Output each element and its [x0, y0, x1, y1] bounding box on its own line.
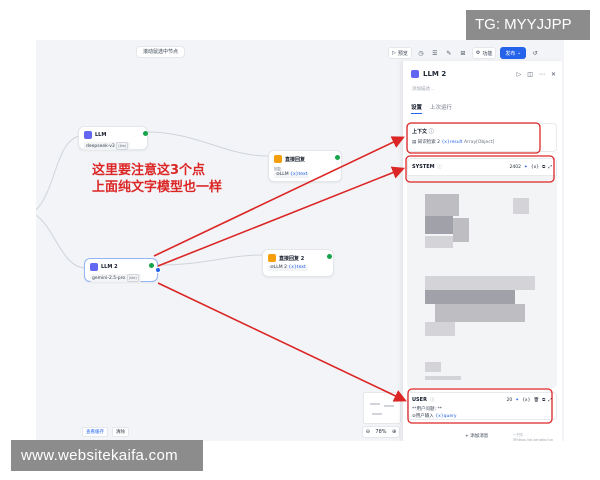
- success-check-icon: [143, 131, 148, 136]
- zoom-control: ⊖ 78% ⊕: [362, 426, 400, 438]
- publish-button[interactable]: 发布 ⌄: [500, 47, 527, 59]
- watermark-top: TG: MYYJJPP: [466, 10, 590, 40]
- context-section: 上下文 ⓘ ▤ 知识检索 2 {x}result Array[Object]: [407, 123, 557, 152]
- user-prompt-line1[interactable]: **用户问题: **: [412, 406, 552, 412]
- reply2-node-title: 直接回复 2: [279, 255, 305, 262]
- context-var[interactable]: ▤ 知识检索 2 {x}result Array[Object]: [412, 139, 552, 145]
- expand-icon[interactable]: ⤢: [548, 397, 552, 403]
- llm2-node-tag: (lite): [126, 274, 139, 282]
- add-node-handle[interactable]: [155, 267, 161, 273]
- debug-button[interactable]: 查看缓存: [82, 427, 108, 437]
- more-icon[interactable]: ⋯: [539, 71, 545, 78]
- context-var-type: Array[Object]: [464, 140, 495, 145]
- info-icon: ⓘ: [428, 129, 434, 135]
- zoom-level: 78%: [375, 429, 387, 435]
- features-button[interactable]: ⚙ 功能: [471, 47, 497, 59]
- reply-node-var: {x}text: [290, 172, 308, 177]
- zoom-out-icon[interactable]: ⊖: [366, 429, 370, 435]
- llm-icon: [84, 131, 92, 139]
- copy-icon[interactable]: ⧉: [542, 164, 545, 170]
- llm-node-title: LLM: [95, 132, 107, 138]
- edge-llm2-reply2: [157, 254, 263, 266]
- minimap[interactable]: [363, 392, 401, 424]
- copy-icon[interactable]: ⧉: [542, 397, 545, 403]
- panel-tabs: 设置 上次运行: [411, 103, 452, 114]
- annotation-text: 这里要注意这3个点 上面纯文字模型也一样: [92, 162, 222, 196]
- user-label: USER: [412, 397, 427, 403]
- play-icon: ▷: [392, 50, 396, 56]
- user-token-count: 20: [506, 397, 513, 403]
- node-settings-panel: LLM 2 ▷ ◫ ⋯ ✕ 添加描述... 设置 上次运行 上下文 ⓘ ▤ 知识…: [402, 61, 562, 441]
- annotation-line-2: 上面纯文字模型也一样: [92, 180, 223, 195]
- zoom-in-icon[interactable]: ⊕: [392, 429, 396, 435]
- insert-variable-icon[interactable]: {x}: [522, 398, 530, 403]
- success-check-icon: [335, 155, 340, 160]
- system-prompt-section: SYSTEM ⓘ 2402 ✦ {x} ⧉ ⤢: [407, 158, 557, 388]
- reply-node[interactable]: 直接回复 回复 ⊘LLM {x}text: [268, 150, 342, 182]
- reply-node-title: 直接回复: [285, 156, 306, 163]
- llm-icon: [411, 70, 419, 78]
- screenshot-page: 滚动鼠选中节点 LLM deepseek-v3 (lite) 直接回复 回复 ⊘L…: [0, 0, 600, 480]
- reply-node-ref: LLM: [279, 172, 289, 177]
- success-check-icon: [149, 263, 154, 268]
- llm-node-model: deepseek-v3: [86, 144, 115, 149]
- history-icon[interactable]: ◷: [416, 47, 426, 59]
- info-icon: ⓘ: [437, 165, 443, 170]
- panel-title: LLM 2: [423, 70, 447, 78]
- llm2-node-title: LLM 2: [101, 264, 118, 270]
- reply2-node-var: {x}text: [288, 265, 306, 270]
- expand-icon[interactable]: ⤢: [548, 164, 552, 170]
- reply2-node[interactable]: 直接回复 2 ⊘LLM 2 {x}text: [262, 249, 334, 277]
- help-icon[interactable]: ◫: [527, 71, 533, 78]
- llm-node[interactable]: LLM deepseek-v3 (lite): [78, 126, 148, 150]
- info-icon: ⓘ: [429, 398, 435, 403]
- features-icon: ⚙: [475, 50, 481, 56]
- annotation-line-1: 这里要注意这3个点: [92, 163, 206, 178]
- restore-icon[interactable]: ↺: [530, 47, 540, 59]
- llm-node-tag: (lite): [116, 142, 129, 150]
- context-label: 上下文: [412, 129, 428, 135]
- edge-llm1-reply1: [147, 131, 269, 157]
- reply-icon: [274, 155, 282, 163]
- add-icon[interactable]: ✦: [515, 398, 519, 403]
- workflow-canvas[interactable]: 滚动鼠选中节点 LLM deepseek-v3 (lite) 直接回复 回复 ⊘L…: [36, 40, 564, 441]
- tab-last-run[interactable]: 上次运行: [430, 103, 452, 114]
- context-source: 知识检索 2: [417, 140, 440, 145]
- llm-icon: [90, 263, 98, 271]
- delete-icon[interactable]: 🗑: [533, 398, 539, 403]
- close-icon[interactable]: ✕: [551, 71, 556, 78]
- edge-start-llm1: [36, 135, 81, 211]
- panel-description[interactable]: 添加描述...: [412, 86, 434, 92]
- user-prompt-section: USER ⓘ 20 ✦ {x} 🗑 ⧉ ⤢ **用户问题: ** ⊘用户输入 {…: [407, 392, 557, 420]
- edit-icon[interactable]: ✎: [444, 47, 454, 59]
- insert-variable-icon[interactable]: {x}: [531, 165, 539, 170]
- reply-icon: [268, 254, 276, 262]
- llm2-node-model: gemini-2.5-pro: [92, 276, 126, 281]
- credit-text: 一只牛@https://ai.xeradio.fun: [513, 433, 554, 441]
- system-token-count: 2402: [509, 164, 521, 170]
- success-check-icon: [327, 254, 332, 259]
- context-var-name: {x}result: [441, 140, 463, 145]
- run-icon[interactable]: ▷: [517, 71, 522, 78]
- bottom-controls: 查看缓存 清除: [82, 427, 129, 437]
- preview-button[interactable]: ▷ 预览: [388, 47, 412, 59]
- add-message-button[interactable]: + 添加消息: [465, 433, 488, 439]
- edge-start-llm2: [36, 214, 85, 269]
- reply2-node-ref: LLM 2: [273, 265, 287, 270]
- variable-icon[interactable]: ⊞: [458, 47, 468, 59]
- clear-button[interactable]: 清除: [112, 427, 129, 437]
- llm2-node[interactable]: LLM 2 gemini-2.5-pro (lite): [84, 258, 161, 282]
- knowledge-icon: ▤: [412, 140, 417, 145]
- tab-settings[interactable]: 设置: [411, 103, 423, 114]
- checklist-icon[interactable]: ☰: [430, 47, 440, 59]
- user-prompt-var[interactable]: ⊘用户输入 {x}query: [412, 413, 552, 419]
- system-label: SYSTEM: [412, 164, 435, 170]
- canvas-toolbar: ▷ 预览 ◷ ☰ ✎ ⊞ ⚙ 功能 发布 ⌄ ↺: [388, 46, 540, 60]
- watermark-bottom: www.websitekaifa.com: [11, 440, 203, 471]
- add-icon[interactable]: ✦: [524, 165, 528, 170]
